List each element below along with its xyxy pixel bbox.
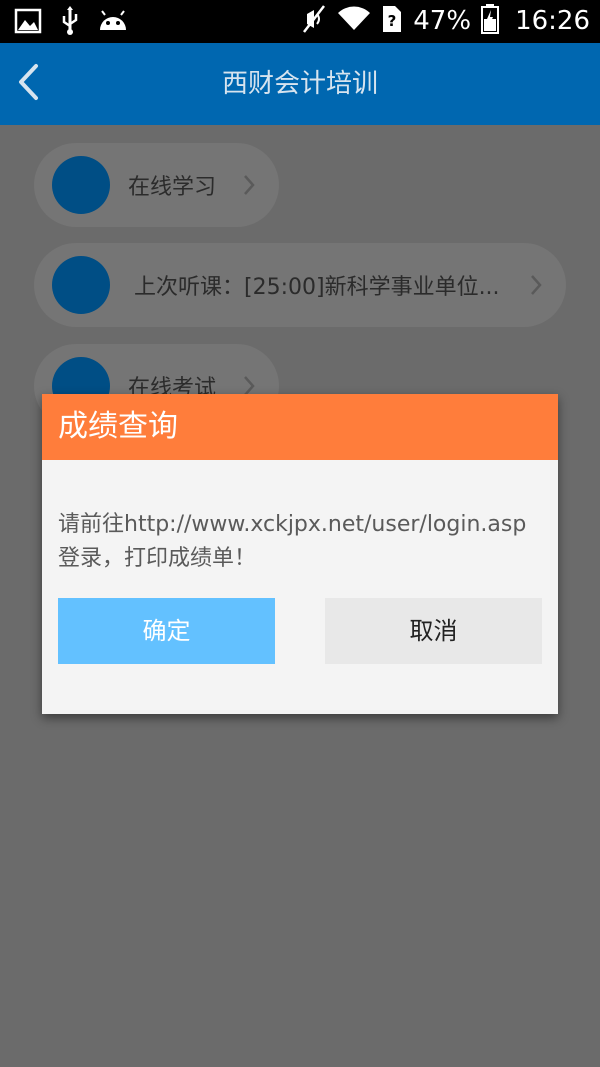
menu-item-icon [52,256,110,314]
back-button[interactable] [6,57,50,111]
confirm-button[interactable]: 确定 [58,598,275,664]
clock: 16:26 [515,6,590,36]
status-bar: ? 47% 16:26 [0,0,600,43]
usb-icon [60,6,80,40]
dialog-title: 成绩查询 [42,394,558,460]
sim-icon: ? [381,4,403,38]
battery-icon [481,4,500,38]
gallery-icon [14,8,42,38]
mute-icon [301,4,327,38]
menu-item-last-lesson[interactable]: 上次听课：[25:00]新科学事业单位... [34,243,566,327]
status-bar-system: ? 47% 16:26 [301,4,590,38]
cancel-button[interactable]: 取消 [325,598,542,664]
page-title: 西财会计培训 [221,69,378,99]
wifi-icon [337,6,371,36]
score-query-dialog: 成绩查询 请前往http://www.xckjpx.net/user/login… [42,394,558,714]
app-header: 西财会计培训 [0,43,600,125]
menu-item-label: 在线学习 [128,175,217,200]
chevron-right-icon [530,274,542,296]
menu-item-label: 上次听课：[25:00]新科学事业单位... [134,275,500,300]
svg-text:?: ? [388,12,397,30]
menu-item-online-learning[interactable]: 在线学习 [34,143,279,227]
battery-percent: 47% [413,6,472,36]
chevron-right-icon [243,174,255,196]
chevron-left-icon [17,63,39,105]
status-bar-notifications [14,6,128,40]
android-icon [98,10,128,36]
menu-item-icon [52,156,110,214]
dialog-message: 请前往http://www.xckjpx.net/user/login.asp登… [58,512,527,571]
